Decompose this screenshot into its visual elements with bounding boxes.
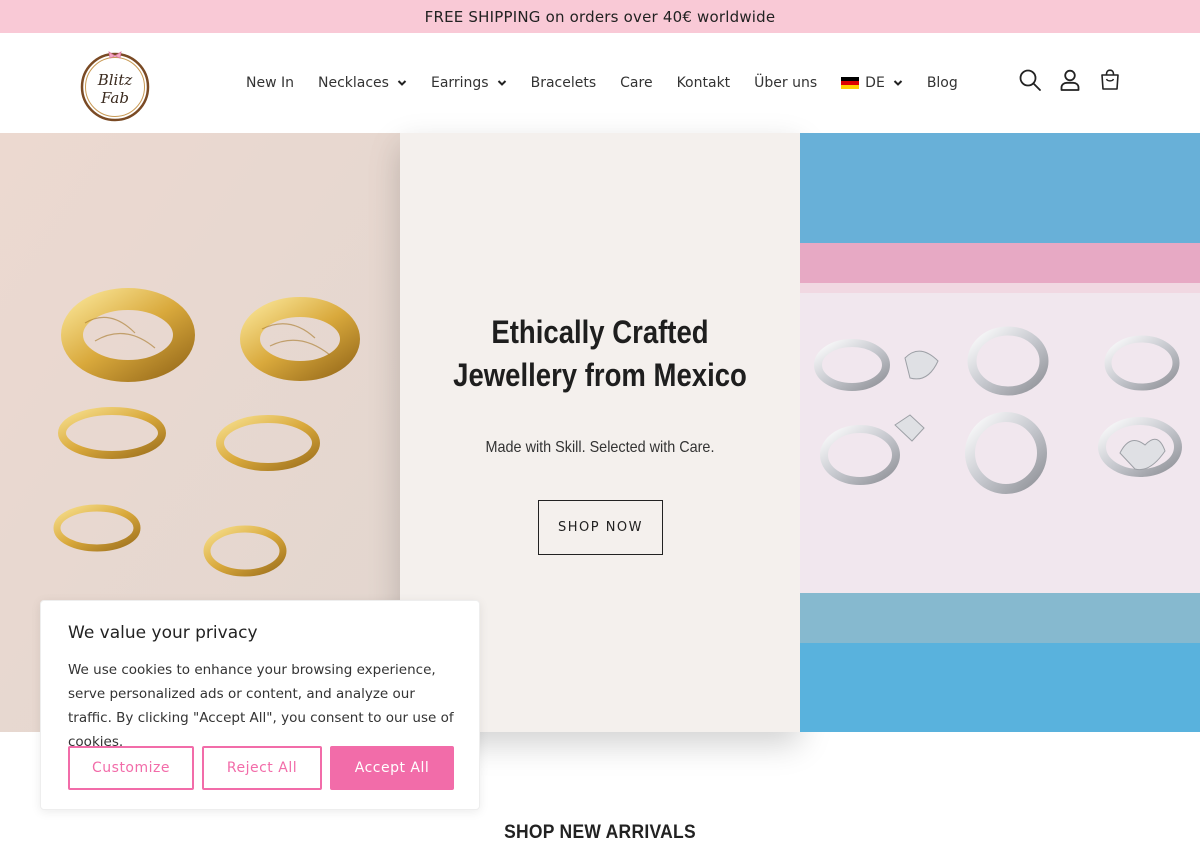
nav-label: Über uns xyxy=(754,75,818,91)
reject-all-button[interactable]: Reject All xyxy=(202,746,322,790)
silver-earrings-image xyxy=(800,133,1200,732)
nav-uber-uns[interactable]: Über uns xyxy=(754,75,817,91)
nav-label: New In xyxy=(246,75,294,91)
hero-subtitle: Made with Skill. Selected with Care. xyxy=(485,439,715,456)
shop-now-button[interactable]: SHOP NOW xyxy=(538,500,663,555)
logo[interactable]: Blitz Fab xyxy=(78,43,152,123)
hero-title-line2: Jewellery from Mexico xyxy=(453,357,747,393)
nav-new-in[interactable]: New In xyxy=(246,75,294,91)
announcement-text: FREE SHIPPING on orders over 40€ worldwi… xyxy=(424,7,776,26)
nav-bracelets[interactable]: Bracelets xyxy=(531,75,597,91)
nav-label: Earrings xyxy=(430,75,489,91)
germany-flag-icon xyxy=(841,77,860,89)
new-arrivals-heading: SHOP NEW ARRIVALS xyxy=(504,822,696,843)
nav-kontakt[interactable]: Kontakt xyxy=(677,75,731,91)
logo-line2: Fab xyxy=(100,89,129,107)
cookie-body: We use cookies to enhance your browsing … xyxy=(68,662,454,750)
nav-blog[interactable]: Blog xyxy=(927,75,958,91)
nav-label: Care xyxy=(620,75,653,91)
chevron-down-icon xyxy=(893,80,903,86)
cart-icon[interactable] xyxy=(1098,68,1122,92)
chevron-down-icon xyxy=(497,80,506,86)
language-label: DE xyxy=(865,75,885,91)
cookie-consent-banner: We value your privacy We use cookies to … xyxy=(40,600,480,810)
announcement-bar: FREE SHIPPING on orders over 40€ worldwi… xyxy=(0,0,1200,33)
site-header: Blitz Fab New In Necklaces Earrings Brac… xyxy=(0,33,1200,133)
cookie-title: We value your privacy xyxy=(68,623,258,643)
account-icon[interactable] xyxy=(1058,68,1082,92)
nav-label: Bracelets xyxy=(530,75,597,91)
chevron-down-icon xyxy=(397,80,407,86)
nav-label: Kontakt xyxy=(676,75,731,91)
customize-button[interactable]: Customize xyxy=(68,746,194,790)
hero-image-silver-earrings xyxy=(800,133,1200,732)
hero-title: Ethically Crafted Jewellery from Mexico xyxy=(428,311,772,397)
nav-care[interactable]: Care xyxy=(620,75,652,91)
language-switcher[interactable]: DE xyxy=(841,75,903,91)
hero-title-line1: Ethically Crafted xyxy=(491,314,709,350)
header-actions xyxy=(1018,68,1122,92)
nav-label: Blog xyxy=(926,75,958,91)
accept-all-button[interactable]: Accept All xyxy=(330,746,454,790)
main-nav: New In Necklaces Earrings Bracelets Care… xyxy=(246,71,958,95)
nav-earrings[interactable]: Earrings xyxy=(431,75,507,91)
search-icon[interactable] xyxy=(1018,68,1042,92)
nav-necklaces[interactable]: Necklaces xyxy=(318,75,407,91)
logo-line1: Blitz xyxy=(97,71,133,89)
nav-label: Necklaces xyxy=(318,75,389,91)
